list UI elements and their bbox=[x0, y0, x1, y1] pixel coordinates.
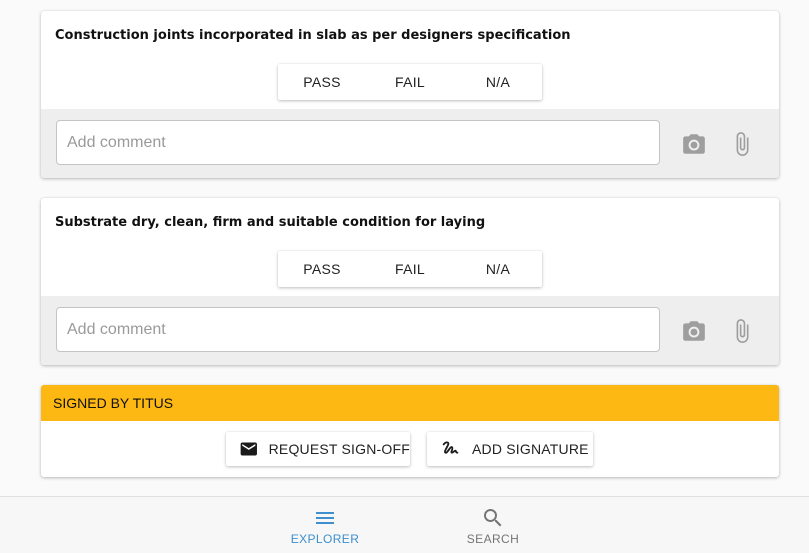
checklist-item-card: Construction joints incorporated in slab… bbox=[41, 11, 779, 178]
paperclip-icon[interactable] bbox=[728, 130, 756, 158]
add-signature-button[interactable]: ADD SIGNATURE bbox=[427, 432, 593, 466]
request-signoff-button[interactable]: REQUEST SIGN-OFF bbox=[226, 432, 410, 466]
signoff-card: SIGNED BY TITUS REQUEST SIGN-OFF ADD SIG… bbox=[41, 385, 779, 477]
paperclip-icon[interactable] bbox=[728, 317, 756, 345]
checklist-item-title: Substrate dry, clean, firm and suitable … bbox=[55, 215, 486, 230]
search-icon bbox=[484, 509, 502, 527]
pass-button[interactable]: PASS bbox=[278, 64, 366, 100]
na-button[interactable]: N/A bbox=[454, 251, 542, 287]
signoff-header-text: SIGNED BY TITUS bbox=[53, 395, 174, 411]
fail-button[interactable]: FAIL bbox=[366, 64, 454, 100]
na-button[interactable]: N/A bbox=[454, 64, 542, 100]
comment-input[interactable] bbox=[56, 307, 660, 352]
nav-search[interactable]: SEARCH bbox=[443, 497, 543, 553]
pass-button[interactable]: PASS bbox=[278, 251, 366, 287]
nav-explorer-label: EXPLORER bbox=[290, 532, 360, 546]
envelope-icon bbox=[240, 442, 257, 456]
add-signature-label: ADD SIGNATURE bbox=[472, 441, 589, 457]
camera-icon[interactable] bbox=[680, 317, 708, 345]
nav-explorer[interactable]: EXPLORER bbox=[275, 497, 375, 553]
camera-icon[interactable] bbox=[680, 130, 708, 158]
comment-input[interactable] bbox=[56, 120, 660, 165]
request-signoff-label: REQUEST SIGN-OFF bbox=[268, 441, 410, 457]
comment-area bbox=[41, 296, 779, 365]
signature-icon bbox=[442, 441, 459, 454]
bottom-navigation: EXPLORER SEARCH bbox=[0, 496, 809, 553]
checklist-item-title: Construction joints incorporated in slab… bbox=[55, 28, 571, 43]
comment-area bbox=[41, 109, 779, 178]
nav-search-label: SEARCH bbox=[466, 532, 520, 546]
result-button-group: PASS FAIL N/A bbox=[278, 64, 542, 100]
fail-button[interactable]: FAIL bbox=[366, 251, 454, 287]
result-button-group: PASS FAIL N/A bbox=[278, 251, 542, 287]
menu-icon bbox=[316, 512, 334, 524]
signoff-header: SIGNED BY TITUS bbox=[41, 385, 779, 421]
checklist-item-card: Substrate dry, clean, firm and suitable … bbox=[41, 198, 779, 365]
